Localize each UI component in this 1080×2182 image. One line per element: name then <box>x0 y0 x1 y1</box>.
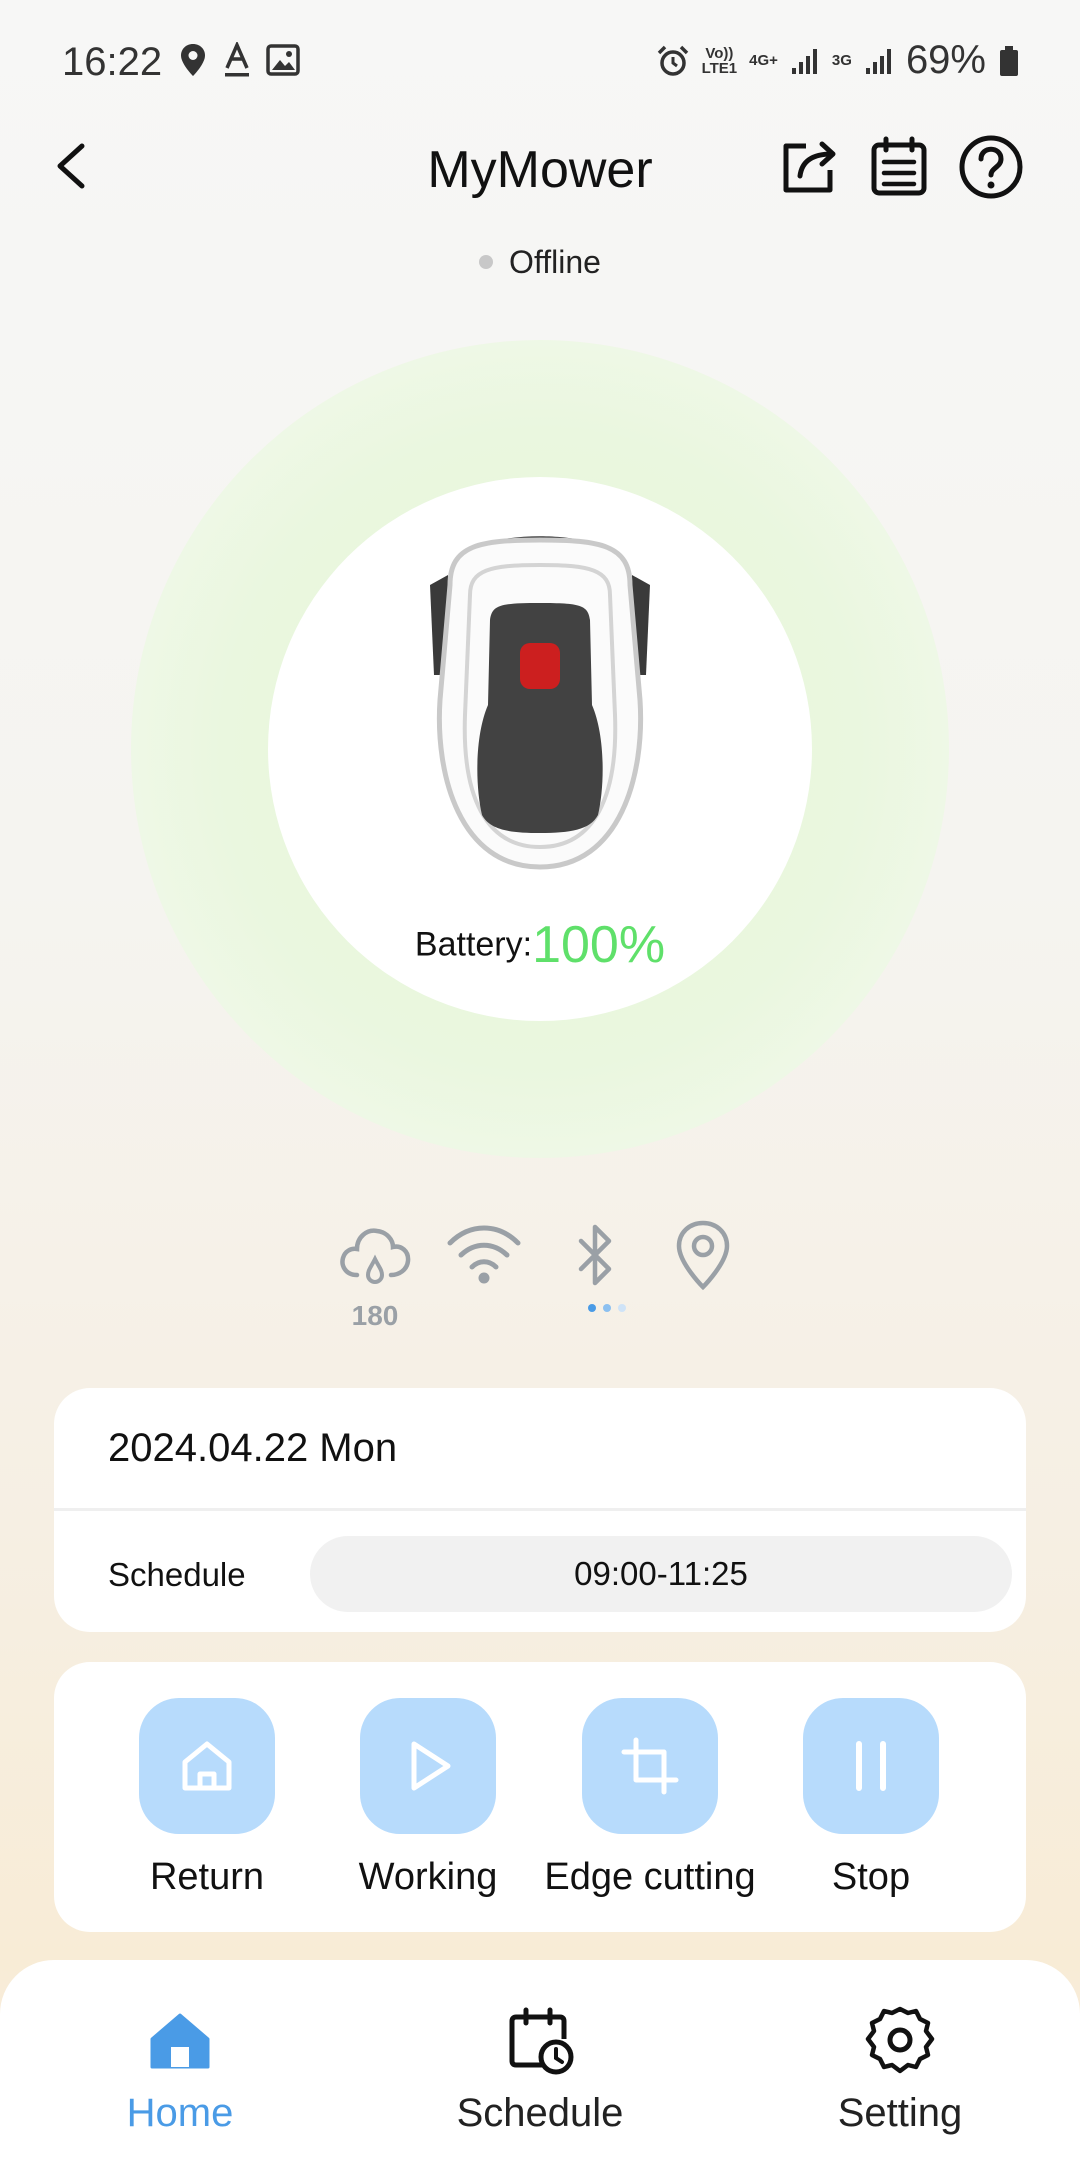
battery-readout: Battery:100% <box>0 915 1080 975</box>
alarm-icon <box>657 45 688 76</box>
signal-icon <box>791 48 817 74</box>
battery-icon <box>1000 45 1018 76</box>
bluetooth-icon <box>578 1224 612 1286</box>
connection-status: Offline <box>0 244 1080 281</box>
stop-action[interactable]: Stop <box>761 1698 981 1899</box>
return-button[interactable] <box>139 1698 275 1834</box>
current-date: 2024.04.22 Mon <box>108 1426 398 1470</box>
wifi-status <box>444 1215 524 1295</box>
nav-setting[interactable]: Setting <box>780 2005 1020 2136</box>
network-3g-label: 3G <box>831 52 852 69</box>
location-pin-icon <box>676 1220 730 1291</box>
mower-image <box>420 525 660 875</box>
rain-cloud-icon <box>340 1228 411 1284</box>
working-label: Working <box>358 1856 498 1898</box>
bluetooth-connecting-dots <box>585 1300 635 1312</box>
home-icon <box>182 1741 232 1791</box>
nav-home-label: Home <box>126 2091 234 2135</box>
status-notification-icons <box>178 42 300 78</box>
status-time: 16:22 <box>62 40 163 84</box>
gear-icon <box>865 2006 935 2074</box>
rain-value: 180 <box>351 1300 399 1331</box>
nav-schedule[interactable]: Schedule <box>420 2005 660 2136</box>
working-action[interactable]: Working <box>318 1698 538 1899</box>
nav-schedule-label: Schedule <box>456 2091 624 2135</box>
pause-icon <box>856 1741 886 1791</box>
stop-label: Stop <box>831 1856 911 1898</box>
volte-label: Vo)) LTE1 <box>701 44 738 77</box>
battery-percent: 69% <box>905 38 986 82</box>
home-icon <box>150 2013 210 2069</box>
calendar-list-icon <box>871 136 927 196</box>
connection-status-text: Offline <box>509 244 601 280</box>
nav-setting-label: Setting <box>837 2091 963 2135</box>
battery-label: Battery: <box>414 925 533 964</box>
rain-sensor <box>335 1215 415 1295</box>
location-status-icon <box>181 44 205 76</box>
schedule-time-pill[interactable]: 09:00-11:25 <box>310 1536 1012 1612</box>
return-action[interactable]: Return <box>97 1698 317 1899</box>
actions-card: Return Working Edge cutting Stop <box>54 1662 1026 1932</box>
stop-button[interactable] <box>803 1698 939 1834</box>
wifi-icon <box>447 1225 521 1284</box>
edge-cutting-action[interactable]: Edge cutting <box>540 1698 760 1899</box>
share-icon <box>783 141 836 193</box>
edge-cutting-label: Edge cutting <box>544 1856 756 1898</box>
calendar-clock-icon <box>509 2007 574 2075</box>
crop-icon <box>621 1737 679 1795</box>
battery-value: 100% <box>532 916 666 974</box>
status-dot <box>479 254 494 269</box>
bottom-nav: Home Schedule Setting <box>0 1960 1080 2182</box>
schedule-card: 2024.04.22 Mon Schedule 09:00-11:25 <box>54 1388 1026 1632</box>
help-button[interactable] <box>958 134 1024 200</box>
image-status-icon <box>266 44 300 76</box>
help-icon <box>959 135 1023 199</box>
signal-icon-2 <box>865 48 891 74</box>
nav-home[interactable]: Home <box>60 2005 300 2136</box>
edge-cutting-button[interactable] <box>582 1698 718 1834</box>
share-button[interactable] <box>776 134 842 200</box>
calendar-button[interactable] <box>866 134 932 200</box>
card-divider <box>54 1508 1026 1511</box>
font-status-icon <box>225 42 249 77</box>
status-bar: 16:22 Vo)) LTE1 4G+ 3G 69% <box>0 0 1080 125</box>
return-label: Return <box>149 1856 265 1898</box>
location-status <box>663 1215 743 1295</box>
bluetooth-status <box>555 1215 635 1295</box>
status-system-icons: Vo)) LTE1 4G+ 3G 69% <box>656 38 1020 83</box>
network-4g-label: 4G+ <box>749 52 778 69</box>
play-icon <box>411 1741 451 1791</box>
schedule-label: Schedule <box>108 1556 246 1593</box>
working-button[interactable] <box>360 1698 496 1834</box>
